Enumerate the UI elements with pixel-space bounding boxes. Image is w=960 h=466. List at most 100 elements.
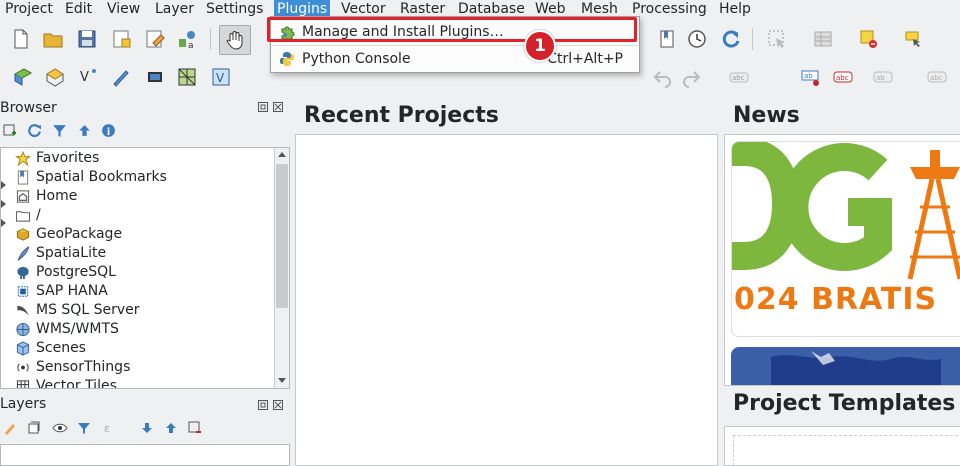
svg-text:V: V (80, 70, 89, 85)
recent-projects-list[interactable] (295, 134, 718, 466)
grid-icon (16, 380, 30, 388)
project-templates-list (724, 426, 960, 466)
undo-icon[interactable] (652, 66, 674, 88)
filter-legend-icon[interactable] (77, 421, 91, 435)
news-title: News (733, 103, 800, 128)
add-group-icon[interactable] (27, 421, 41, 435)
remove-layer-icon[interactable] (188, 421, 202, 435)
label-rotate-icon[interactable]: abc (926, 66, 948, 88)
close-panel-icon[interactable] (273, 400, 283, 410)
python-icon (280, 52, 294, 66)
scroll-down-icon[interactable] (278, 378, 286, 383)
add-delimited-text-icon[interactable]: V (78, 66, 100, 88)
home-icon (16, 190, 30, 203)
redo-icon[interactable] (680, 66, 702, 88)
step-badge: 1 (524, 30, 556, 62)
svg-text:V: V (216, 71, 225, 85)
geopackage-icon (16, 228, 30, 241)
new-project-icon[interactable] (10, 28, 32, 50)
sql-server-icon (17, 305, 29, 316)
pan-hand-icon (226, 31, 243, 50)
add-selected-layers-icon[interactable] (3, 124, 17, 138)
new-bookmark-icon[interactable] (656, 28, 678, 50)
style-manager-icon[interactable]: a (176, 28, 198, 50)
svg-text:ab: ab (804, 72, 813, 80)
browser-scrollbar[interactable] (274, 148, 289, 388)
add-raster-layer-icon[interactable] (44, 66, 66, 88)
scroll-up-icon[interactable] (278, 152, 286, 157)
menu-edit[interactable]: Edit (62, 0, 95, 19)
layers-panel-title: Layers (0, 396, 47, 412)
collapse-all-icon[interactable] (77, 123, 92, 138)
show-layout-manager-icon[interactable] (144, 28, 166, 50)
scrollbar-thumb[interactable] (276, 164, 288, 308)
label-pin-icon[interactable]: ab (800, 66, 822, 88)
svg-text:i: i (107, 127, 110, 138)
label-show-hide-icon[interactable]: ab (872, 66, 894, 88)
visibility-eye-icon[interactable] (52, 422, 68, 434)
deselect-layers-icon[interactable] (858, 28, 880, 50)
cube-icon (16, 341, 30, 356)
bookmark-icon (17, 170, 29, 185)
menu-layer[interactable]: Layer (152, 0, 197, 19)
digitize-icon[interactable] (110, 66, 132, 88)
recent-projects-panel: Recent Projects (295, 98, 718, 466)
label-toolbar-icon[interactable]: abc (728, 66, 750, 88)
project-templates-panel: Project Templates (724, 386, 960, 466)
template-new-empty-project[interactable] (733, 435, 960, 466)
folder-icon (15, 211, 31, 222)
news-feed: 024 BRATIS (724, 134, 960, 386)
menu-project[interactable]: Project (2, 0, 56, 19)
svg-text:ab: ab (876, 74, 885, 82)
menu-view[interactable]: View (104, 0, 143, 19)
filter-browser-icon[interactable] (52, 123, 67, 138)
world-map-image (771, 351, 941, 385)
svg-text:abc: abc (836, 74, 849, 82)
menu-help[interactable]: Help (716, 0, 754, 19)
attribute-table-icon[interactable] (812, 28, 834, 50)
select-features-icon[interactable] (766, 28, 788, 50)
float-panel-icon[interactable] (258, 102, 268, 112)
menu-item-python-console[interactable]: Python Console Ctrl+Alt+P (271, 48, 639, 70)
browser-tree: Favorites Spatial Bookmarks Home / GeoPa… (0, 147, 290, 389)
menu-settings[interactable]: Settings (203, 0, 266, 19)
identify-select-icon[interactable] (902, 28, 924, 50)
layer-styling-icon[interactable] (3, 421, 17, 435)
menu-processing[interactable]: Processing (629, 0, 710, 19)
add-mesh-layer-icon[interactable] (176, 66, 198, 88)
label-highlight-icon[interactable]: abc (832, 66, 854, 88)
highlight-box (267, 17, 637, 42)
browser-panel-title: Browser (0, 100, 57, 116)
pan-tool-button[interactable] (219, 25, 251, 55)
svg-text:abc: abc (732, 74, 745, 82)
feather-icon (17, 246, 30, 261)
new-print-layout-icon[interactable] (110, 28, 132, 50)
expand-arrow-icon[interactable] (1, 181, 6, 189)
temporal-controller-icon[interactable] (686, 28, 708, 50)
expand-arrow-icon[interactable] (1, 200, 6, 208)
add-vector-layer-icon[interactable] (12, 66, 34, 88)
expand-arrow-icon[interactable] (1, 219, 6, 227)
news-banner-caption: 024 BRATIS (734, 282, 938, 317)
globe-icon (16, 322, 30, 337)
collapse-all-layers-icon[interactable] (164, 421, 178, 435)
float-panel-icon[interactable] (258, 400, 268, 410)
layers-tree (0, 444, 290, 466)
chip-icon (17, 286, 29, 297)
open-project-icon[interactable] (42, 28, 64, 50)
refresh-icon[interactable] (720, 28, 742, 50)
news-panel: News 024 BRATIS (724, 98, 960, 386)
star-icon (15, 151, 31, 166)
filter-expression-icon[interactable]: ε (103, 421, 117, 435)
news-item-map[interactable] (731, 347, 960, 385)
properties-info-icon[interactable]: i (101, 123, 116, 138)
refresh-browser-icon[interactable] (27, 123, 42, 138)
save-project-icon[interactable] (76, 28, 98, 50)
add-wms-layer-icon[interactable] (144, 66, 166, 88)
add-virtual-layer-icon[interactable]: V (210, 66, 232, 88)
elephant-icon (17, 266, 29, 280)
close-panel-icon[interactable] (273, 102, 283, 112)
expand-all-icon[interactable] (140, 421, 154, 435)
news-item-banner[interactable]: 024 BRATIS (731, 141, 960, 337)
svg-text:a: a (188, 41, 194, 50)
